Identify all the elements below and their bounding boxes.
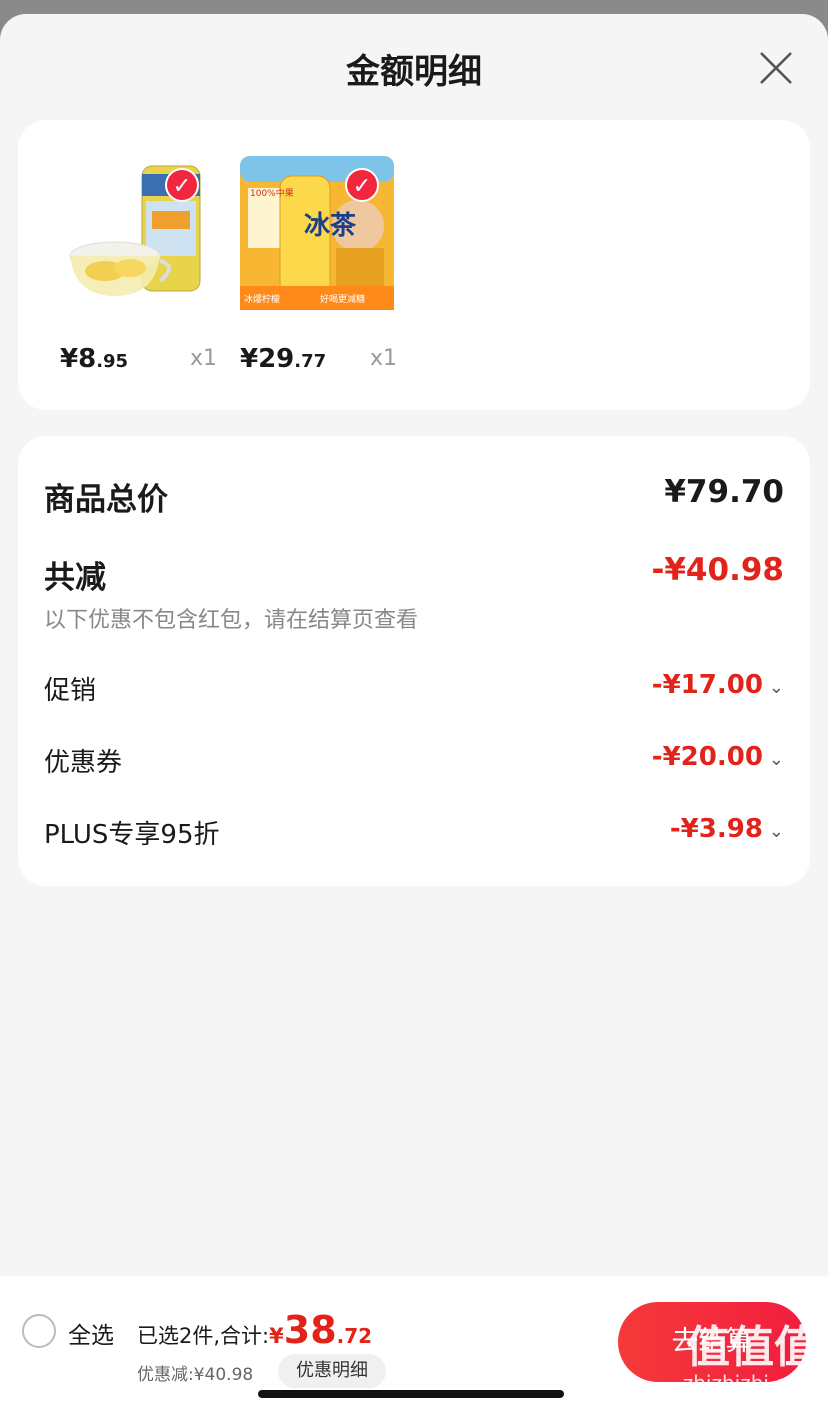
promotion-label: 促销 bbox=[44, 676, 97, 706]
product-card: ✓ ¥8.95 x1 冰茶 100%中果 冰爆柠檬 好喝更减糖 ✓ ¥29.77… bbox=[18, 120, 810, 410]
plus-discount-label: PLUS专享95折 bbox=[44, 820, 220, 850]
peach-jar-image[interactable]: ✓ bbox=[60, 156, 214, 310]
plus-discount-row[interactable]: -¥3.98 ⌄ bbox=[670, 814, 784, 844]
selected-summary: 已选2件,合计:¥38.72 bbox=[137, 1308, 372, 1352]
coupon-value: -¥20.00 bbox=[651, 742, 763, 772]
product-price: ¥29.77 bbox=[240, 344, 327, 374]
select-all-radio[interactable] bbox=[22, 1314, 56, 1348]
plus-discount-value: -¥3.98 bbox=[669, 814, 763, 844]
price-breakdown-card: 商品总价 ¥79.70 共减 -¥40.98 以下优惠不包含红包，请在结算页查看… bbox=[18, 436, 810, 886]
sheet-title: 金额明细 bbox=[346, 52, 482, 92]
discount-summary: 优惠减:¥40.98 bbox=[137, 1365, 254, 1385]
ice-tea-image[interactable]: 冰茶 100%中果 冰爆柠檬 好喝更减糖 ✓ bbox=[240, 156, 394, 310]
chevron-down-icon: ⌄ bbox=[768, 821, 784, 842]
product-qty: x1 bbox=[370, 346, 398, 371]
coupon-label: 优惠券 bbox=[44, 748, 123, 778]
selected-check-icon: ✓ bbox=[345, 168, 379, 202]
selected-check-icon: ✓ bbox=[165, 168, 199, 202]
total-discount-value: -¥40.98 bbox=[651, 552, 785, 588]
promotion-value: -¥17.00 bbox=[651, 670, 763, 700]
chevron-down-icon: ⌄ bbox=[768, 749, 784, 770]
subtotal-value: ¥79.70 bbox=[664, 474, 784, 510]
home-indicator[interactable] bbox=[258, 1390, 564, 1398]
selected-count-text: 已选2件,合计: bbox=[137, 1324, 270, 1348]
select-all-label[interactable]: 全选 bbox=[68, 1316, 114, 1350]
tea-slogan-text: 好喝更减糖 bbox=[320, 293, 365, 305]
product-price: ¥8.95 bbox=[60, 344, 129, 374]
watermark: 值值值 zhizhizhi.com bbox=[682, 1321, 818, 1395]
product-qty: x1 bbox=[190, 346, 218, 371]
tea-brand-text: 冰茶 bbox=[304, 211, 357, 241]
discount-note: 以下优惠不包含红包，请在结算页查看 bbox=[44, 608, 419, 633]
close-icon[interactable] bbox=[758, 50, 794, 86]
tea-top-text: 100%中果 bbox=[250, 187, 294, 199]
total-discount-label: 共减 bbox=[44, 560, 106, 596]
coupon-row[interactable]: -¥20.00 ⌄ bbox=[652, 742, 784, 772]
total-price: ¥38.72 bbox=[269, 1308, 373, 1352]
tea-flavor-text: 冰爆柠檬 bbox=[244, 293, 280, 305]
promotion-row[interactable]: -¥17.00 ⌄ bbox=[652, 670, 784, 700]
subtotal-label: 商品总价 bbox=[44, 482, 168, 518]
amount-detail-sheet: 金额明细 ✓ ¥8.95 x1 冰茶 100%中果 冰爆柠檬 好喝更减糖 ✓ ¥… bbox=[0, 14, 828, 1414]
discount-detail-button[interactable]: 优惠明细 bbox=[278, 1354, 386, 1388]
chevron-down-icon: ⌄ bbox=[768, 677, 784, 698]
